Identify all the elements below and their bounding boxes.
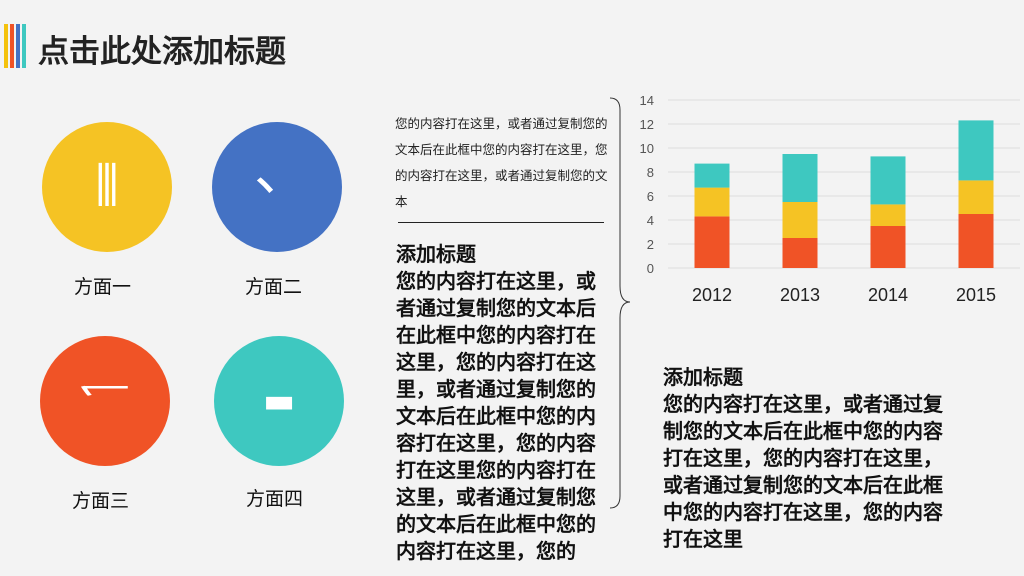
aspect-circle-1[interactable]: ⫴ [42, 122, 172, 252]
y-tick-label: 4 [647, 213, 654, 228]
y-tick-label: 8 [647, 165, 654, 180]
left-block-body: 您的内容打在这里，或者通过复制您的文本后在此框中您的内容打在这里，您的内容打在这… [396, 269, 596, 563]
title-accent-bars [4, 24, 28, 68]
bar-segment [958, 180, 994, 214]
left-block-title: 添加标题 [396, 242, 476, 266]
bar-segment [870, 226, 906, 268]
x-tick-label: 2014 [868, 285, 908, 305]
bar-segment [694, 163, 730, 188]
right-text-block[interactable]: 添加标题 您的内容打在这里，或者通过复制您的文本后在此框中您的内容打在这里，您的… [663, 364, 943, 576]
accent-bar-yellow [4, 24, 8, 68]
text-divider [398, 222, 604, 223]
accent-bar-orange [10, 24, 14, 68]
bar-segment [782, 154, 818, 202]
dot-stroke-icon: 、 [254, 139, 310, 204]
bar-segment [782, 238, 818, 268]
aspect-circle-4[interactable]: ▬ [214, 336, 344, 466]
aspect-label-4[interactable]: 方面四 [246, 484, 303, 511]
dash-icon: ▬ [262, 381, 296, 421]
left-text-block[interactable]: 添加标题 您的内容打在这里，或者通过复制您的文本后在此框中您的内容打在这里，您的… [396, 241, 604, 576]
accent-bar-blue [16, 24, 20, 68]
right-block-title: 添加标题 [663, 365, 743, 389]
x-tick-label: 2012 [692, 285, 732, 305]
y-tick-label: 12 [640, 117, 654, 132]
y-tick-label: 0 [647, 261, 654, 276]
aspect-label-3[interactable]: 方面三 [72, 486, 129, 513]
aspect-circle-2[interactable]: 、 [212, 122, 342, 252]
right-block-body: 您的内容打在这里，或者通过复制您的文本后在此框中您的内容打在这里，您的内容打在这… [663, 392, 943, 551]
bar-segment [782, 202, 818, 238]
accent-bar-teal [22, 24, 26, 68]
page-title[interactable]: 点击此处添加标题 [38, 26, 286, 71]
bar-segment [870, 204, 906, 226]
y-tick-label: 10 [640, 141, 654, 156]
y-tick-label: 2 [647, 237, 654, 252]
bar-segment [694, 187, 730, 217]
aspect-label-2[interactable]: 方面二 [245, 272, 302, 299]
curly-bracket [609, 97, 630, 509]
x-tick-label: 2015 [956, 285, 996, 305]
aspect-label-1[interactable]: 方面一 [74, 272, 131, 299]
bar-segment [958, 120, 994, 181]
bar-segment [870, 156, 906, 205]
hook-stroke-icon: 乛 [77, 381, 133, 421]
small-text-box[interactable]: 您的内容打在这里，或者通过复制您的文本后在此框中您的内容打在这里，您的内容打在这… [395, 111, 611, 215]
stacked-bar-chart[interactable]: 0 2 4 6 8 10 12 14 2012 2013 2014 2015 [632, 88, 1024, 318]
aspect-circle-3[interactable]: 乛 [40, 336, 170, 466]
i-beam-icon: ⫴ [95, 154, 119, 219]
y-tick-label: 14 [640, 93, 654, 108]
x-tick-label: 2013 [780, 285, 820, 305]
bar-segment [694, 216, 730, 268]
y-tick-label: 6 [647, 189, 654, 204]
bar-segment [958, 214, 994, 268]
